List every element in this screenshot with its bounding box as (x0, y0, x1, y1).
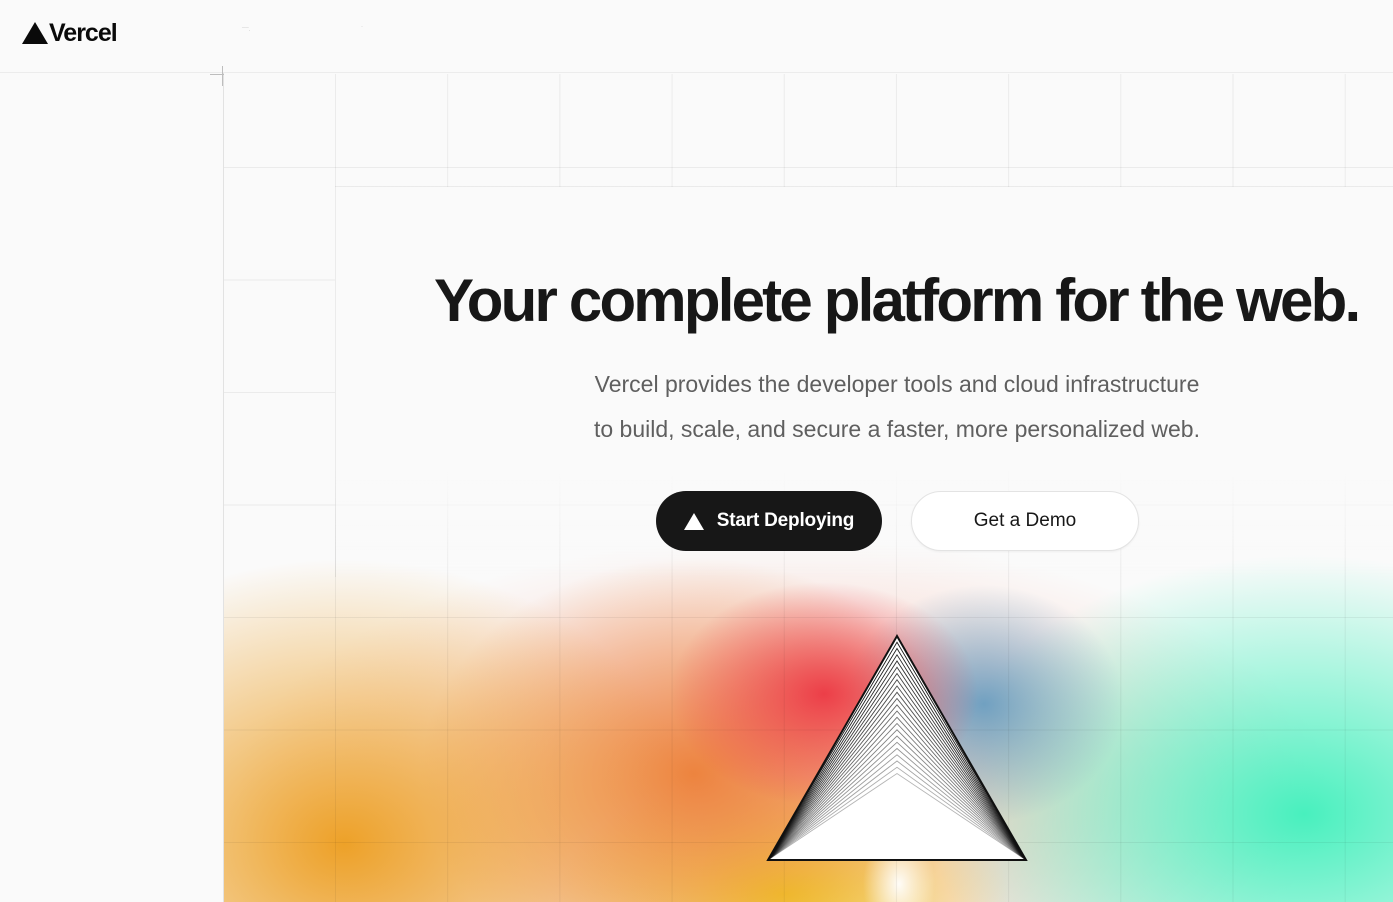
crosshair-vertical (222, 66, 223, 86)
get-a-demo-button[interactable]: Get a Demo (911, 491, 1139, 551)
start-deploying-label: Start Deploying (716, 510, 855, 531)
site-header: Vercel ¯¯· · (0, 0, 1393, 73)
brand-name: Vercel (49, 19, 118, 47)
hero-subtitle: Vercel provides the developer tools and … (456, 362, 1338, 452)
get-a-demo-label: Get a Demo (973, 510, 1077, 531)
prism-triangle-icon (766, 634, 1028, 861)
start-deploying-button[interactable]: Start Deploying (656, 491, 882, 551)
vercel-logo-icon (22, 22, 48, 44)
hero-subtitle-line-1: Vercel provides the developer tools and … (594, 371, 1200, 397)
hero-title: Your complete platform for the web. (434, 267, 1361, 334)
vercel-triangle-icon (683, 512, 704, 530)
nav-placeholder-1: ¯¯· (242, 28, 251, 34)
vercel-logo-link[interactable]: Vercel (22, 19, 118, 47)
hero-subtitle-line-2: to build, scale, and secure a faster, mo… (593, 416, 1200, 442)
nav-placeholder-2: · (361, 24, 363, 30)
page: Vercel ¯¯· · Your complete platform for … (0, 0, 1393, 902)
